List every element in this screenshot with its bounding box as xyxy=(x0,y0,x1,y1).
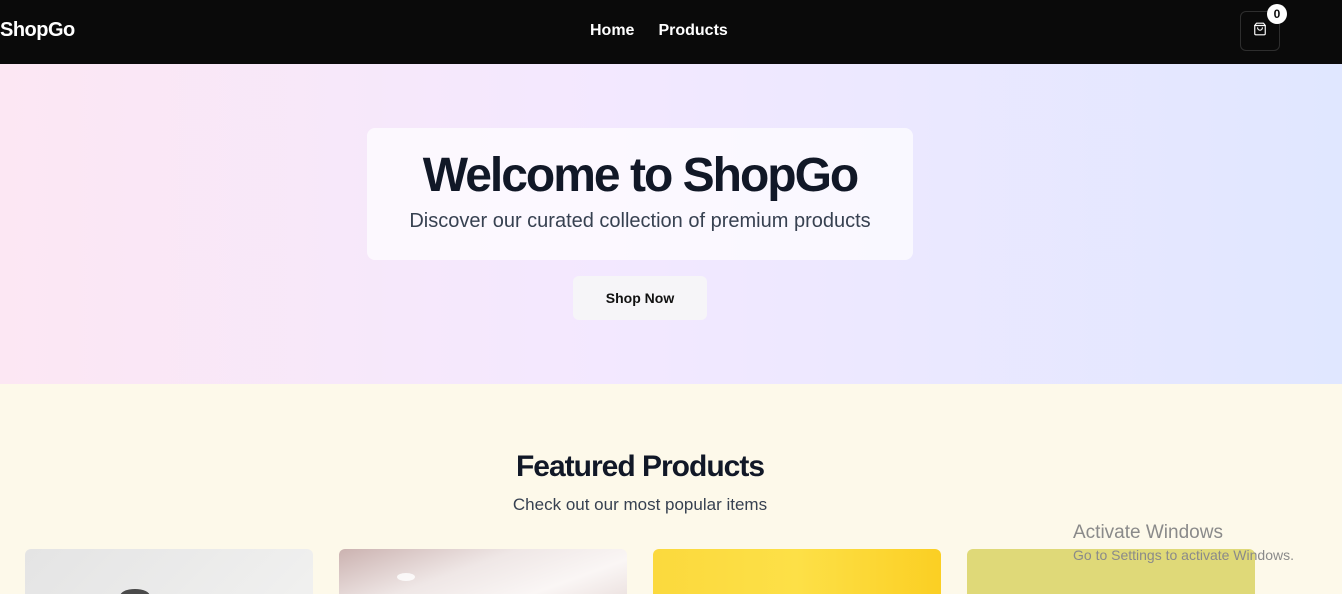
nav-links: Home Products xyxy=(590,22,728,40)
hero-section: Welcome to ShopGo Discover our curated c… xyxy=(0,64,1342,384)
nav-link-home[interactable]: Home xyxy=(590,22,634,40)
hero-subtitle: Discover our curated collection of premi… xyxy=(409,210,871,232)
shopping-bag-icon xyxy=(1253,22,1267,41)
navbar: ShopGo Home Products 0 xyxy=(0,0,1342,64)
activate-windows-watermark: Activate Windows Go to Settings to activ… xyxy=(1073,522,1294,563)
featured-title: Featured Products xyxy=(515,450,765,483)
product-card[interactable] xyxy=(339,549,627,594)
product-image xyxy=(397,573,415,581)
product-image xyxy=(120,589,150,594)
product-card[interactable] xyxy=(653,549,941,594)
hero-title: Welcome to ShopGo xyxy=(422,149,859,202)
nav-link-products[interactable]: Products xyxy=(658,22,727,40)
cart-count-badge: 0 xyxy=(1267,4,1287,24)
brand-logo[interactable]: ShopGo xyxy=(0,19,75,42)
watermark-title: Activate Windows xyxy=(1073,522,1223,543)
shop-now-button[interactable]: Shop Now xyxy=(573,276,707,320)
featured-subtitle: Check out our most popular items xyxy=(512,495,768,514)
hero-card: Welcome to ShopGo Discover our curated c… xyxy=(367,128,913,260)
watermark-subtitle: Go to Settings to activate Windows. xyxy=(1073,547,1294,563)
product-card[interactable] xyxy=(25,549,313,594)
